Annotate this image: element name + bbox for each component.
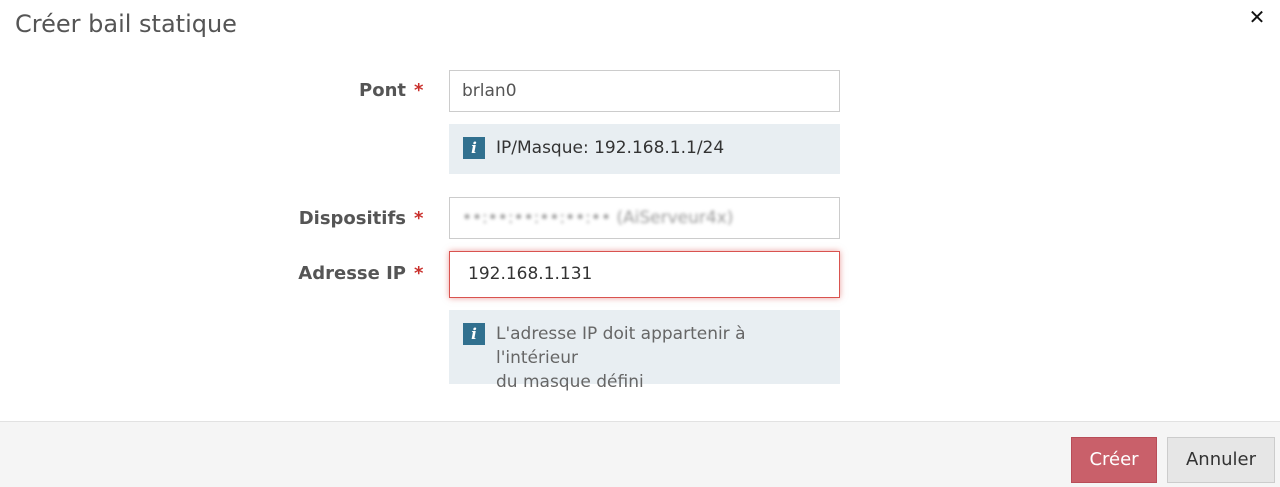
bridge-input[interactable]: brlan0	[449, 70, 840, 112]
devices-select[interactable]: ••:••:••:••:••:•• (AiServeur4x)	[449, 197, 840, 239]
info-icon: i	[463, 323, 485, 345]
ip-address-row: Adresse IP * 192.168.1.131	[0, 251, 1280, 298]
required-mark: *	[414, 208, 424, 229]
ip-info-box: i L'adresse IP doit appartenir à l'intér…	[449, 310, 840, 392]
ip-info-line1: L'adresse IP doit appartenir à l'intérie…	[496, 324, 746, 368]
devices-row: Dispositifs * ••:••:••:••:••:•• (AiServe…	[0, 197, 1280, 239]
bridge-info-text: IP/Masque: 192.168.1.1/24	[496, 138, 725, 158]
bridge-label: Pont	[359, 80, 406, 101]
ip-info-text: L'adresse IP doit appartenir à l'intérie…	[496, 322, 826, 394]
bridge-info-box: i IP/Masque: 192.168.1.1/24	[449, 124, 840, 174]
info-icon: i	[463, 137, 485, 159]
create-button[interactable]: Créer	[1071, 437, 1157, 483]
ip-address-input[interactable]: 192.168.1.131	[449, 251, 840, 298]
ip-address-label: Adresse IP	[298, 263, 406, 284]
required-mark: *	[414, 263, 424, 284]
bridge-row: Pont * brlan0	[0, 70, 1280, 112]
cancel-button[interactable]: Annuler	[1167, 437, 1275, 483]
close-icon[interactable]: ✕	[1246, 6, 1268, 28]
devices-label: Dispositifs	[298, 208, 406, 229]
create-static-lease-dialog: Créer bail statique ✕ Pont * brlan0 i IP…	[0, 0, 1280, 487]
devices-value: ••:••:••:••:••:•• (AiServeur4x)	[462, 208, 734, 228]
dialog-title: Créer bail statique	[15, 10, 237, 38]
dialog-footer: Créer Annuler	[0, 421, 1280, 487]
ip-info-line2: du masque défini	[496, 372, 644, 392]
required-mark: *	[414, 80, 424, 101]
